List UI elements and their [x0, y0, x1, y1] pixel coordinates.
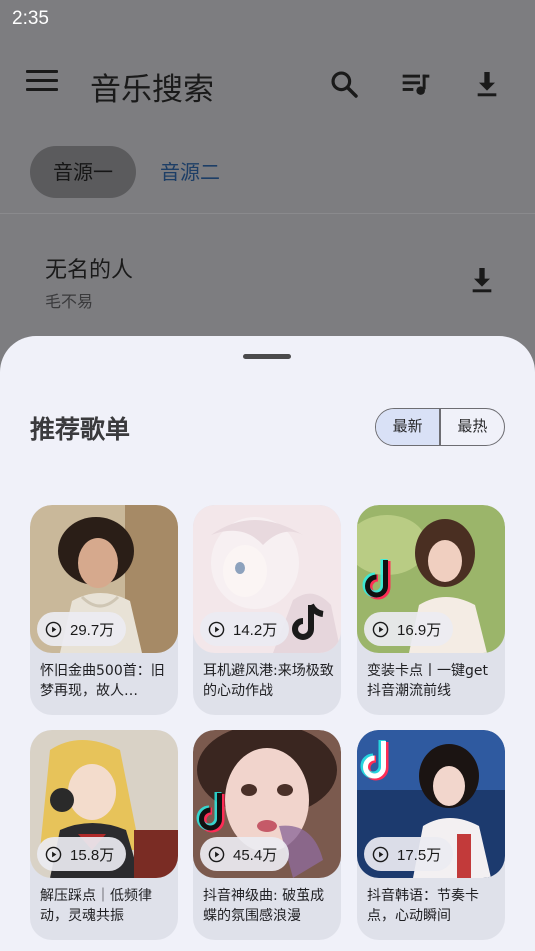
play-count: 17.5万	[397, 846, 442, 864]
page-title: 音乐搜索	[90, 72, 214, 108]
play-count-badge: 29.7万	[37, 612, 127, 646]
download-icon[interactable]	[471, 68, 503, 100]
playlist-title: 怀旧金曲500首：旧梦再现，故人…	[40, 663, 165, 699]
song-artist: 毛不易	[45, 292, 94, 311]
playlist-card[interactable]: 15.8万 解压踩点｜低频律动，灵魂共振	[30, 730, 178, 940]
play-count-badge: 14.2万	[200, 612, 290, 646]
download-icon[interactable]	[466, 264, 498, 296]
song-title: 无名的人	[45, 258, 134, 283]
play-circle-icon	[372, 621, 389, 637]
playlist-card[interactable]: 17.5万 抖音韩语：节奏卡点，心动瞬间	[357, 730, 505, 940]
play-circle-icon	[45, 846, 62, 862]
play-count-badge: 15.8万	[37, 837, 127, 871]
playlist-title: 解压踩点｜低频律动，灵魂共振	[40, 888, 152, 924]
song-result-row[interactable]: 无名的人 毛不易	[0, 236, 535, 326]
tab-source-2[interactable]: 音源二	[137, 146, 243, 198]
status-time: 2:35	[12, 8, 49, 29]
playlist-title: 耳机避风港:来场极致的心动作战	[203, 663, 334, 699]
play-circle-icon	[45, 621, 62, 637]
drag-handle[interactable]	[243, 354, 291, 359]
playlist-title: 抖音神级曲: 破茧成蝶的氛围感浪漫	[203, 888, 325, 924]
play-circle-icon	[372, 846, 389, 862]
play-circle-icon	[208, 846, 225, 862]
play-count-badge: 17.5万	[364, 837, 454, 871]
top-app-bar: 音乐搜索	[0, 50, 535, 116]
play-count: 16.9万	[397, 621, 442, 639]
play-count: 14.2万	[233, 621, 278, 639]
source-tabs: 音源一 音源二	[0, 146, 535, 200]
menu-icon[interactable]	[26, 70, 58, 96]
playlist-card[interactable]: 29.7万 怀旧金曲500首：旧梦再现，故人…	[30, 505, 178, 715]
sort-latest-button[interactable]: 最新	[376, 409, 440, 445]
search-icon[interactable]	[328, 68, 360, 100]
status-bar: 2:35	[0, 0, 535, 36]
play-circle-icon	[208, 621, 225, 637]
playlist-card[interactable]: 14.2万 耳机避风港:来场极致的心动作战	[193, 505, 341, 715]
tab-source-1[interactable]: 音源一	[30, 146, 136, 198]
playlist-card[interactable]: 45.4万 抖音神级曲: 破茧成蝶的氛围感浪漫	[193, 730, 341, 940]
sort-toggle: 最新 最热	[375, 408, 505, 446]
playlist-title: 抖音韩语：节奏卡点，心动瞬间	[367, 888, 479, 924]
playlist-music-icon[interactable]	[400, 68, 432, 100]
playlist-title: 变装卡点丨一键get抖音潮流前线	[367, 663, 488, 699]
recommended-playlists-sheet: 推荐歌单 最新 最热 29.7万 怀旧金曲500首：旧梦再现，故人… 14.2万…	[0, 336, 535, 951]
sort-hottest-button[interactable]: 最热	[441, 409, 504, 445]
playlist-card[interactable]: 16.9万 变装卡点丨一键get抖音潮流前线	[357, 505, 505, 715]
play-count-badge: 16.9万	[364, 612, 454, 646]
play-count: 45.4万	[233, 846, 278, 864]
sheet-title: 推荐歌单	[30, 415, 131, 444]
play-count-badge: 45.4万	[200, 837, 290, 871]
play-count: 29.7万	[70, 621, 115, 639]
divider	[0, 213, 535, 214]
play-count: 15.8万	[70, 846, 115, 864]
